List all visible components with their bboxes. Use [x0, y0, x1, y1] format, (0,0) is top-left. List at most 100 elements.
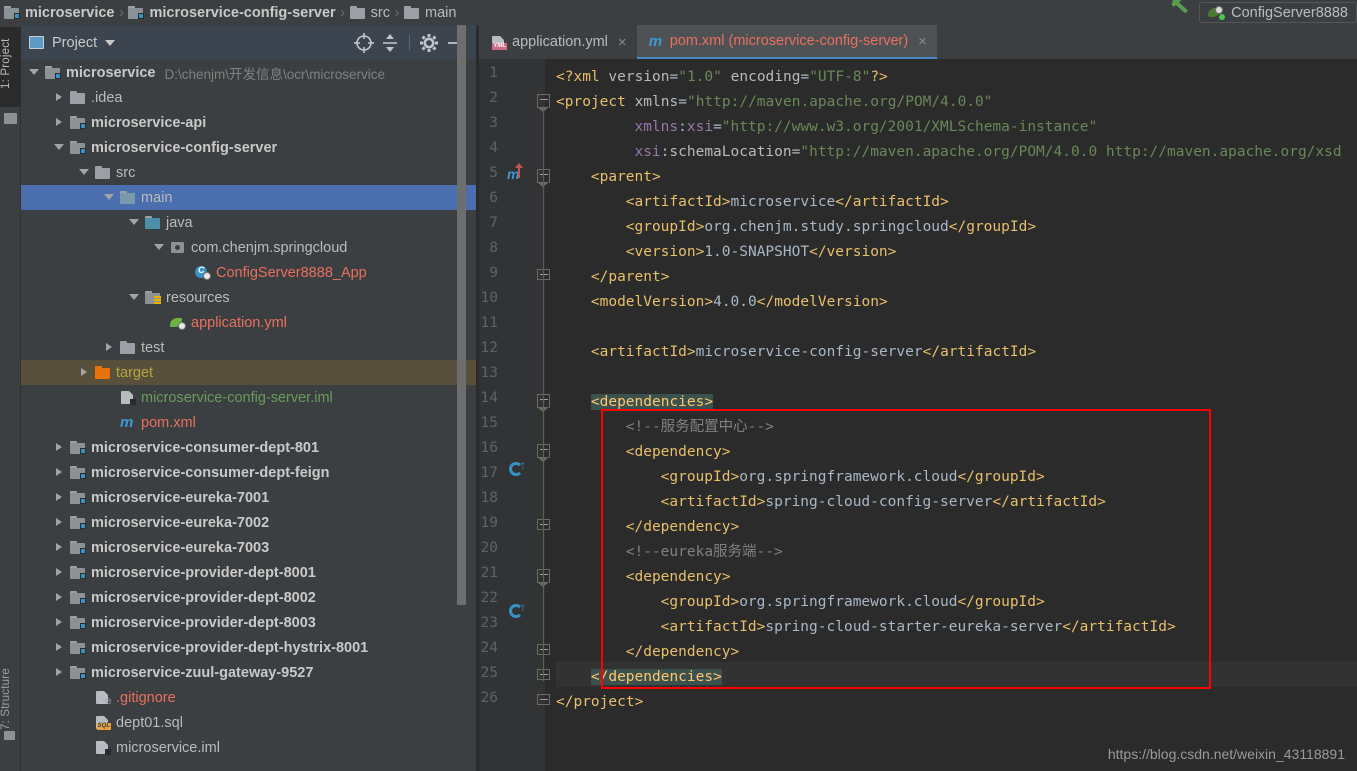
tree-row-main[interactable]: main: [21, 185, 476, 210]
code-line-19[interactable]: </dependency>: [626, 515, 740, 540]
code-line-10[interactable]: <modelVersion>4.0.0</modelVersion>: [591, 290, 888, 315]
code-line-2[interactable]: <project xmlns="http://maven.apache.org/…: [556, 90, 993, 115]
tree-row-configserver8888-app[interactable]: ConfigServer8888_App: [21, 260, 476, 285]
maven-update-icon[interactable]: ↑: [509, 601, 526, 620]
chevron-down-icon[interactable]: [79, 167, 90, 178]
chevron-right-icon[interactable]: [54, 617, 65, 628]
chevron-down-icon[interactable]: [129, 217, 140, 228]
tree-row-microservice-provider-dept-8003[interactable]: microservice-provider-dept-8003: [21, 610, 476, 635]
maven-update-icon[interactable]: ↑: [509, 459, 526, 478]
tool-window-tab-project[interactable]: 1: Project: [0, 27, 21, 107]
chevron-right-icon[interactable]: [54, 667, 65, 678]
editor-tab-application-yml[interactable]: YML application.yml ×: [479, 25, 637, 59]
chevron-down-icon[interactable]: [105, 39, 116, 46]
fold-marker-line-26[interactable]: [537, 694, 550, 707]
code-line-21[interactable]: <dependency>: [626, 565, 731, 590]
target-icon[interactable]: [351, 30, 377, 56]
tree-row--idea[interactable]: .idea: [21, 85, 476, 110]
chevron-right-icon[interactable]: [54, 592, 65, 603]
tree-row-microservice-eureka-7003[interactable]: microservice-eureka-7003: [21, 535, 476, 560]
code-line-14[interactable]: <dependencies>: [590, 390, 714, 415]
tree-row-com-chenjm-springcloud[interactable]: com.chenjm.springcloud: [21, 235, 476, 260]
code-line-22[interactable]: <groupId>org.springframework.cloud</grou…: [661, 590, 1045, 615]
code-line-17[interactable]: <groupId>org.springframework.cloud</grou…: [661, 465, 1045, 490]
chevron-right-icon[interactable]: [54, 567, 65, 578]
tree-row-application-yml[interactable]: application.yml: [21, 310, 476, 335]
tree-row-microservice-config-server[interactable]: microservice-config-server: [21, 135, 476, 160]
close-icon[interactable]: ×: [618, 35, 627, 50]
chevron-right-icon[interactable]: [54, 117, 65, 128]
chevron-down-icon[interactable]: [54, 142, 65, 153]
breadcrumb-item-src[interactable]: src: [349, 0, 390, 25]
close-icon[interactable]: ×: [918, 34, 927, 49]
chevron-down-icon[interactable]: [154, 242, 165, 253]
code-line-16[interactable]: <dependency>: [626, 440, 731, 465]
chevron-down-icon[interactable]: [29, 67, 40, 78]
code-line-11[interactable]: [556, 315, 565, 340]
breadcrumb-item-microservice[interactable]: microservice: [4, 0, 114, 25]
code-line-8[interactable]: <version>1.0-SNAPSHOT</version>: [626, 240, 897, 265]
tree-row-java[interactable]: java: [21, 210, 476, 235]
run-configuration-bar: ConfigServer8888: [1167, 0, 1357, 25]
tool-window-tab-structure[interactable]: 7: Structure: [0, 645, 21, 757]
code-line-3[interactable]: xmlns:xsi="http://www.w3.org/2001/XMLSch…: [634, 115, 1097, 140]
code-line-15[interactable]: <!--服务配置中心-->: [626, 415, 774, 440]
tree-row-microservice-consumer-dept-801[interactable]: microservice-consumer-dept-801: [21, 435, 476, 460]
tree-row-microservice-eureka-7001[interactable]: microservice-eureka-7001: [21, 485, 476, 510]
code-line-4[interactable]: xsi:schemaLocation="http://maven.apache.…: [634, 140, 1341, 165]
project-tree[interactable]: microservice D:\chenjm\开发信息\ocr\microserv…: [21, 60, 476, 771]
collapse-all-icon[interactable]: [377, 30, 403, 56]
code-line-5[interactable]: <parent>: [591, 165, 661, 190]
tree-row-microservice-provider-dept-hystrix-8001[interactable]: microservice-provider-dept-hystrix-8001: [21, 635, 476, 660]
chevron-right-icon[interactable]: [54, 442, 65, 453]
code-content[interactable]: <?xml version="1.0" encoding="UTF-8"?> <p…: [556, 59, 1357, 771]
tree-row-pom-xml[interactable]: m pom.xml: [21, 410, 476, 435]
code-line-13[interactable]: [556, 365, 565, 390]
tree-row-dept01-sql[interactable]: SQL dept01.sql: [21, 710, 476, 735]
code-folding-column[interactable]: [534, 59, 556, 771]
chevron-right-icon[interactable]: [54, 517, 65, 528]
tree-row-src[interactable]: src: [21, 160, 476, 185]
tree-row-test[interactable]: test: [21, 335, 476, 360]
tree-row-microservice-api[interactable]: microservice-api: [21, 110, 476, 135]
chevron-right-icon[interactable]: [54, 92, 65, 103]
breadcrumb-item-microservice-config-server[interactable]: microservice-config-server: [128, 0, 336, 25]
code-line-23[interactable]: <artifactId>spring-cloud-starter-eureka-…: [661, 615, 1176, 640]
code-line-12[interactable]: <artifactId>microservice-config-server</…: [591, 340, 1036, 365]
chevron-right-icon[interactable]: [54, 492, 65, 503]
tree-row-microservice-provider-dept-8001[interactable]: microservice-provider-dept-8001: [21, 560, 476, 585]
chevron-down-icon[interactable]: [104, 192, 115, 203]
tree-row-target[interactable]: target: [21, 360, 476, 385]
gear-icon[interactable]: [416, 30, 442, 56]
tree-row-resources[interactable]: resources: [21, 285, 476, 310]
code-line-18[interactable]: <artifactId>spring-cloud-config-server</…: [661, 490, 1106, 515]
code-line-25[interactable]: </dependencies>: [590, 665, 722, 690]
run-configuration-selector[interactable]: ConfigServer8888: [1199, 2, 1357, 23]
code-line-9[interactable]: </parent>: [591, 265, 670, 290]
chevron-right-icon[interactable]: [104, 342, 115, 353]
code-line-6[interactable]: <artifactId>microservice</artifactId>: [626, 190, 949, 215]
tree-row-microservice-consumer-dept-feign[interactable]: microservice-consumer-dept-feign: [21, 460, 476, 485]
maven-m-icon[interactable]: m: [507, 163, 525, 184]
chevron-right-icon[interactable]: [54, 542, 65, 553]
hammer-icon[interactable]: [1167, 0, 1193, 25]
tree-row-microservice-iml[interactable]: microservice.iml: [21, 735, 476, 760]
tree-row-microservice-zuul-gateway-9527[interactable]: microservice-zuul-gateway-9527: [21, 660, 476, 685]
tree-row-microservice-provider-dept-8002[interactable]: microservice-provider-dept-8002: [21, 585, 476, 610]
tree-row-microservice[interactable]: microservice D:\chenjm\开发信息\ocr\microserv…: [21, 60, 476, 85]
chevron-down-icon[interactable]: [129, 292, 140, 303]
chevron-right-icon[interactable]: [79, 367, 90, 378]
tool-window-tab-favorites[interactable]: es: [0, 763, 21, 771]
code-line-7[interactable]: <groupId>org.chenjm.study.springcloud</g…: [626, 215, 1036, 240]
breadcrumb-item-main[interactable]: main: [404, 0, 456, 25]
tree-row-microservice-eureka-7002[interactable]: microservice-eureka-7002: [21, 510, 476, 535]
code-line-20[interactable]: <!--eureka服务端-->: [626, 540, 783, 565]
editor-tab-pom-xml[interactable]: m pom.xml (microservice-config-server) ×: [636, 25, 937, 59]
chevron-right-icon[interactable]: [54, 642, 65, 653]
code-line-24[interactable]: </dependency>: [626, 640, 740, 665]
code-line-1[interactable]: <?xml version="1.0" encoding="UTF-8"?>: [556, 65, 888, 90]
tree-row-microservice-config-server-iml[interactable]: microservice-config-server.iml: [21, 385, 476, 410]
tree-row--gitignore[interactable]: .gitignore: [21, 685, 476, 710]
code-line-26[interactable]: </project>: [556, 690, 643, 715]
chevron-right-icon[interactable]: [54, 467, 65, 478]
